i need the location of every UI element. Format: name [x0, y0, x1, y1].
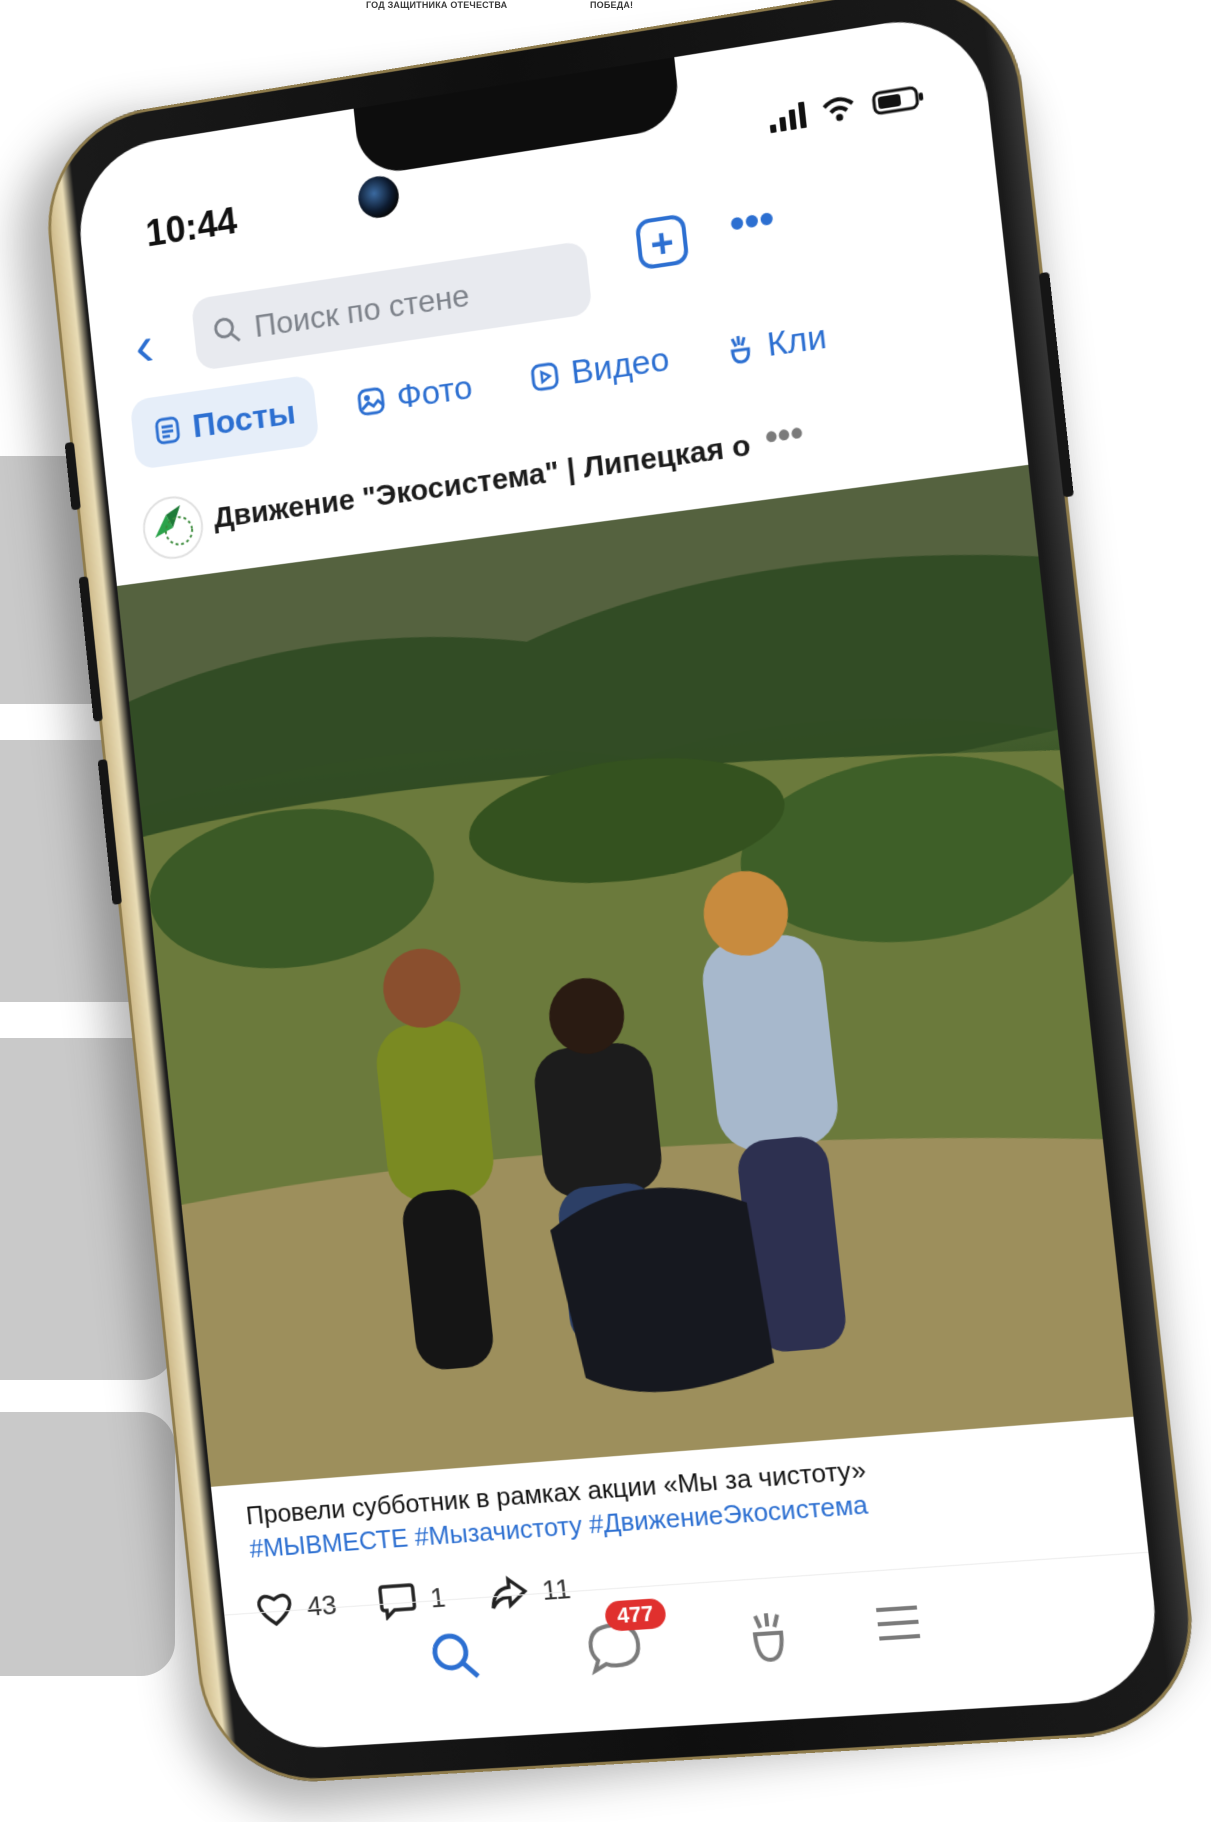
post-photo-illustration — [117, 465, 1133, 1487]
tab-video[interactable]: Видео — [505, 320, 695, 417]
search-placeholder: Поиск по стене — [253, 277, 472, 345]
tab-photo[interactable]: Фото — [332, 349, 497, 442]
status-icons — [768, 83, 927, 133]
post-photo[interactable] — [117, 465, 1133, 1487]
clips-icon — [724, 332, 757, 366]
tab-label: Фото — [395, 368, 474, 417]
phone-mockup: 10:44 ‹ Поиск по стене + ••• Посты Фото … — [37, 0, 1204, 1787]
tab-label: Видео — [569, 340, 671, 393]
tab-clips[interactable]: Кли — [700, 297, 853, 390]
wifi-icon — [820, 94, 857, 125]
side-panel — [0, 1412, 175, 1676]
add-post-button[interactable]: + — [635, 213, 690, 270]
back-icon[interactable]: ‹ — [132, 317, 156, 376]
photo-icon — [355, 385, 387, 418]
caption-left: ГОД ЗАЩИТНИКА ОТЕЧЕСТВА — [366, 0, 507, 10]
search-icon — [212, 314, 243, 347]
clips-icon[interactable] — [740, 1608, 796, 1668]
messages-badge: 477 — [604, 1598, 667, 1632]
more-icon[interactable]: ••• — [727, 194, 776, 249]
video-icon — [529, 360, 561, 394]
search-icon[interactable] — [427, 1628, 485, 1685]
caption-right: ПОБЕДА! — [590, 0, 633, 10]
top-captions: ГОД ЗАЩИТНИКА ОТЕЧЕСТВА ПОБЕДА! — [0, 0, 1211, 14]
tab-label: Посты — [191, 393, 298, 445]
menu-icon[interactable] — [871, 1599, 925, 1647]
posts-icon — [152, 414, 183, 447]
post-more-icon[interactable]: ••• — [763, 412, 806, 459]
plus-icon: + — [648, 220, 676, 267]
group-logo-icon[interactable] — [140, 493, 206, 563]
battery-icon — [871, 83, 927, 117]
phone-screen: 10:44 ‹ Поиск по стене + ••• Посты Фото … — [72, 8, 1165, 1752]
signal-icon — [768, 102, 807, 134]
tab-label: Кли — [765, 317, 828, 364]
tab-posts[interactable]: Посты — [130, 374, 320, 470]
clock: 10:44 — [144, 201, 239, 257]
